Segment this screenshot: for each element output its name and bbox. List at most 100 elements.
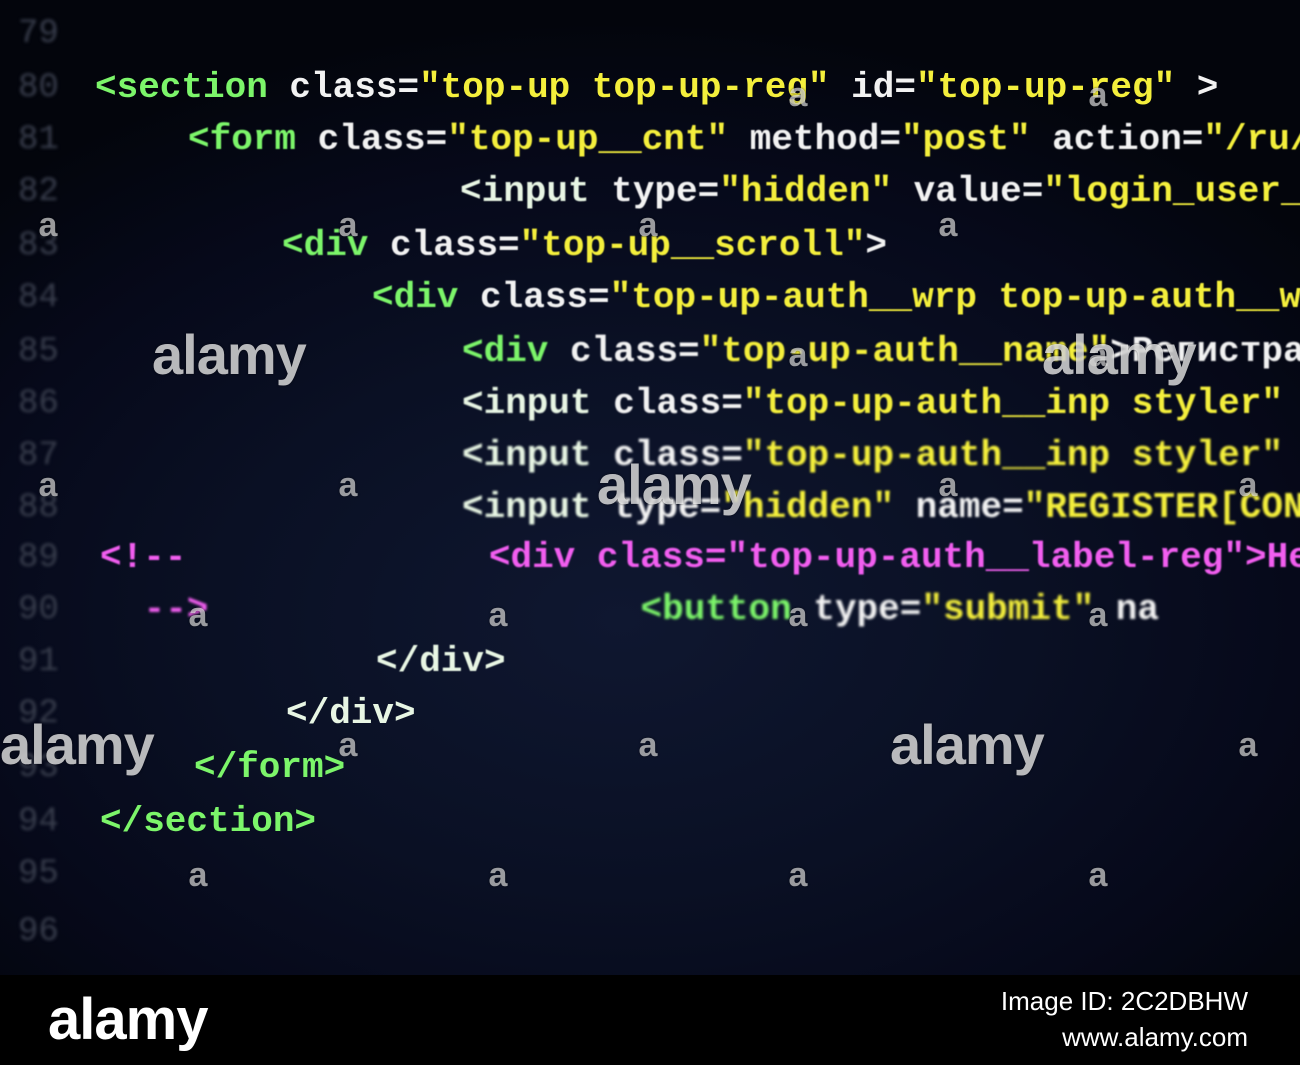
line-number: 96 xyxy=(18,913,59,951)
code-token: "top-up__cnt" xyxy=(447,119,729,160)
code-text: <input class="top-up-auth__inp styler" t… xyxy=(462,378,1300,430)
code-token: </section> xyxy=(100,801,317,842)
code-token: "top-up-auth__inp styler" xyxy=(742,383,1283,424)
code-token: </div> xyxy=(286,693,416,734)
code-editor[interactable]: 79 80 <section class="top-up top-up-reg" i… xyxy=(0,0,1300,975)
code-token: class= xyxy=(296,119,448,160)
line-number: 86 xyxy=(18,385,59,423)
code-editor-screen: 79 80 <section class="top-up top-up-reg" i… xyxy=(0,0,1300,975)
code-token: class= xyxy=(368,225,520,266)
code-token: </form> xyxy=(194,747,346,788)
code-text: <input type="hidden" value="login_user_t… xyxy=(460,166,1300,218)
footer-logo: alamy xyxy=(48,987,208,1052)
stock-photo-footer: alamy Image ID: 2C2DBHW www.alamy.com xyxy=(0,975,1300,1065)
line-number: 91 xyxy=(18,643,59,681)
code-token: "hidden" xyxy=(721,487,895,528)
code-token: "login_user_time xyxy=(1043,171,1300,212)
code-token: na xyxy=(1094,589,1159,630)
code-token: <div class="top-up-auth__label-reg">Не xyxy=(186,537,1300,578)
line-number: 92 xyxy=(18,695,59,733)
code-token: > xyxy=(865,225,887,266)
line-number: 83 xyxy=(18,227,59,265)
code-token: <form xyxy=(188,119,297,160)
code-token: type= xyxy=(791,589,922,630)
code-token: <input xyxy=(462,435,592,476)
code-token: type= xyxy=(1283,383,1300,424)
code-token: class= xyxy=(591,435,743,476)
code-token: name= xyxy=(894,487,1024,528)
code-token: type= xyxy=(1283,435,1300,476)
code-line: 96 xyxy=(0,906,1300,958)
code-text: --> <button type="submit" na xyxy=(122,584,1159,636)
code-token: "REGISTER[CONFIRM xyxy=(1023,487,1300,528)
code-token: <input xyxy=(462,487,592,528)
code-line: 83 <div class="top-up__scroll"> xyxy=(0,220,1300,272)
code-line: 79 xyxy=(0,8,1300,60)
line-number: 89 xyxy=(18,539,59,577)
code-token: class= xyxy=(591,383,743,424)
line-number: 90 xyxy=(18,591,59,629)
code-token: <div xyxy=(372,277,459,318)
code-text: <!-- <div class="top-up-auth__label-reg"… xyxy=(100,532,1300,584)
code-token: <button xyxy=(640,589,792,630)
code-token: type= xyxy=(589,171,720,212)
code-line: 94 </section> xyxy=(0,796,1300,848)
code-token: class= xyxy=(548,331,700,372)
code-line: 88 <input type="hidden" name="REGISTER[CO… xyxy=(0,482,1300,534)
code-text: </form> xyxy=(194,742,345,794)
code-token: value= xyxy=(892,171,1044,212)
code-text: </div> xyxy=(286,688,416,740)
code-token: "top-up-auth__name" xyxy=(699,331,1111,372)
line-number: 82 xyxy=(18,173,59,211)
code-token: > xyxy=(1175,67,1219,108)
code-token: <div xyxy=(282,225,369,266)
code-token: <input xyxy=(462,383,592,424)
code-line: 90 --> <button type="submit" na xyxy=(0,584,1300,636)
code-token: "/ru/bisn xyxy=(1203,119,1300,160)
code-line: 95 xyxy=(0,848,1300,900)
code-line: 82 <input type="hidden" value="login_user… xyxy=(0,166,1300,218)
code-token: "top-up-reg" xyxy=(915,67,1176,108)
code-text: <form class="top-up__cnt" method="post" … xyxy=(188,114,1300,166)
line-number: 93 xyxy=(18,749,59,787)
code-token: "top-up-auth__inp styler" xyxy=(742,435,1283,476)
footer-image-id: Image ID: 2C2DBHW xyxy=(1000,986,1248,1016)
code-token: "submit" xyxy=(921,589,1095,630)
code-line: 87 <input class="top-up-auth__inp styler"… xyxy=(0,430,1300,482)
code-token: action= xyxy=(1030,119,1204,160)
code-token: "post" xyxy=(900,119,1031,160)
code-line: 81 <form class="top-up__cnt" method="post… xyxy=(0,114,1300,166)
code-line: 89 <!-- <div class="top-up-auth__label-re… xyxy=(0,532,1300,584)
footer-site-url: www.alamy.com xyxy=(1062,1022,1248,1052)
code-token: <div xyxy=(462,331,549,372)
code-text: <div class="top-up__scroll"> xyxy=(282,220,887,272)
code-token: class= xyxy=(458,277,610,318)
code-token: "hidden" xyxy=(719,171,893,212)
line-number: 94 xyxy=(18,803,59,841)
line-number: 79 xyxy=(18,15,59,53)
code-token: "top-up top-up-reg" xyxy=(419,67,830,108)
code-token: >Регистрация xyxy=(1110,331,1300,372)
code-token: <input xyxy=(460,171,590,212)
code-line: 84 <div class="top-up-auth__wrp top-up-au… xyxy=(0,272,1300,324)
line-number: 85 xyxy=(18,333,59,371)
code-text: <input class="top-up-auth__inp styler" t… xyxy=(462,430,1300,482)
code-token: "top-up-auth__wrp top-up-auth__wrp_s xyxy=(609,277,1300,318)
code-line: 86 <input class="top-up-auth__inp styler"… xyxy=(0,378,1300,430)
code-line: 92 </div> xyxy=(0,688,1300,740)
code-text: <div class="top-up-auth__name">Регистрац… xyxy=(462,326,1300,378)
code-text: </section> xyxy=(100,796,316,848)
line-number: 95 xyxy=(18,855,59,893)
code-text: <input type="hidden" name="REGISTER[CONF… xyxy=(462,482,1300,534)
code-line: 91 </div> xyxy=(0,636,1300,688)
code-token: id= xyxy=(829,67,916,108)
code-token: method= xyxy=(728,119,901,160)
code-token: type= xyxy=(591,487,722,528)
code-token: class= xyxy=(267,67,420,108)
code-token: <section xyxy=(95,67,268,108)
code-token: --> xyxy=(122,589,209,630)
line-number: 81 xyxy=(18,121,59,159)
code-line: 93 </form> xyxy=(0,742,1300,794)
line-number: 84 xyxy=(18,279,59,317)
